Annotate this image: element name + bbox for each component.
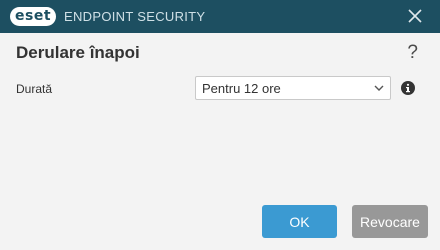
cancel-button[interactable]: Revocare — [352, 205, 428, 238]
ok-button[interactable]: OK — [262, 205, 337, 238]
dialog-title: Derulare înapoi — [16, 43, 140, 62]
close-button[interactable] — [406, 7, 424, 25]
info-icon[interactable] — [401, 81, 415, 95]
title-bar: eset ENDPOINT SECURITY — [0, 0, 440, 33]
duration-label: Durată — [16, 82, 53, 96]
logo-mark: eset — [10, 7, 57, 26]
product-name: ENDPOINT SECURITY — [64, 9, 206, 24]
rollback-dialog: eset ENDPOINT SECURITY Derulare înapoi ?… — [0, 0, 440, 250]
help-button[interactable]: ? — [407, 42, 418, 64]
duration-selected-value: Pentru 12 ore — [202, 81, 281, 96]
chevron-down-icon — [374, 85, 384, 91]
eset-logo: eset ENDPOINT SECURITY — [10, 7, 205, 26]
close-icon — [408, 9, 422, 23]
duration-select[interactable]: Pentru 12 ore — [195, 76, 391, 100]
